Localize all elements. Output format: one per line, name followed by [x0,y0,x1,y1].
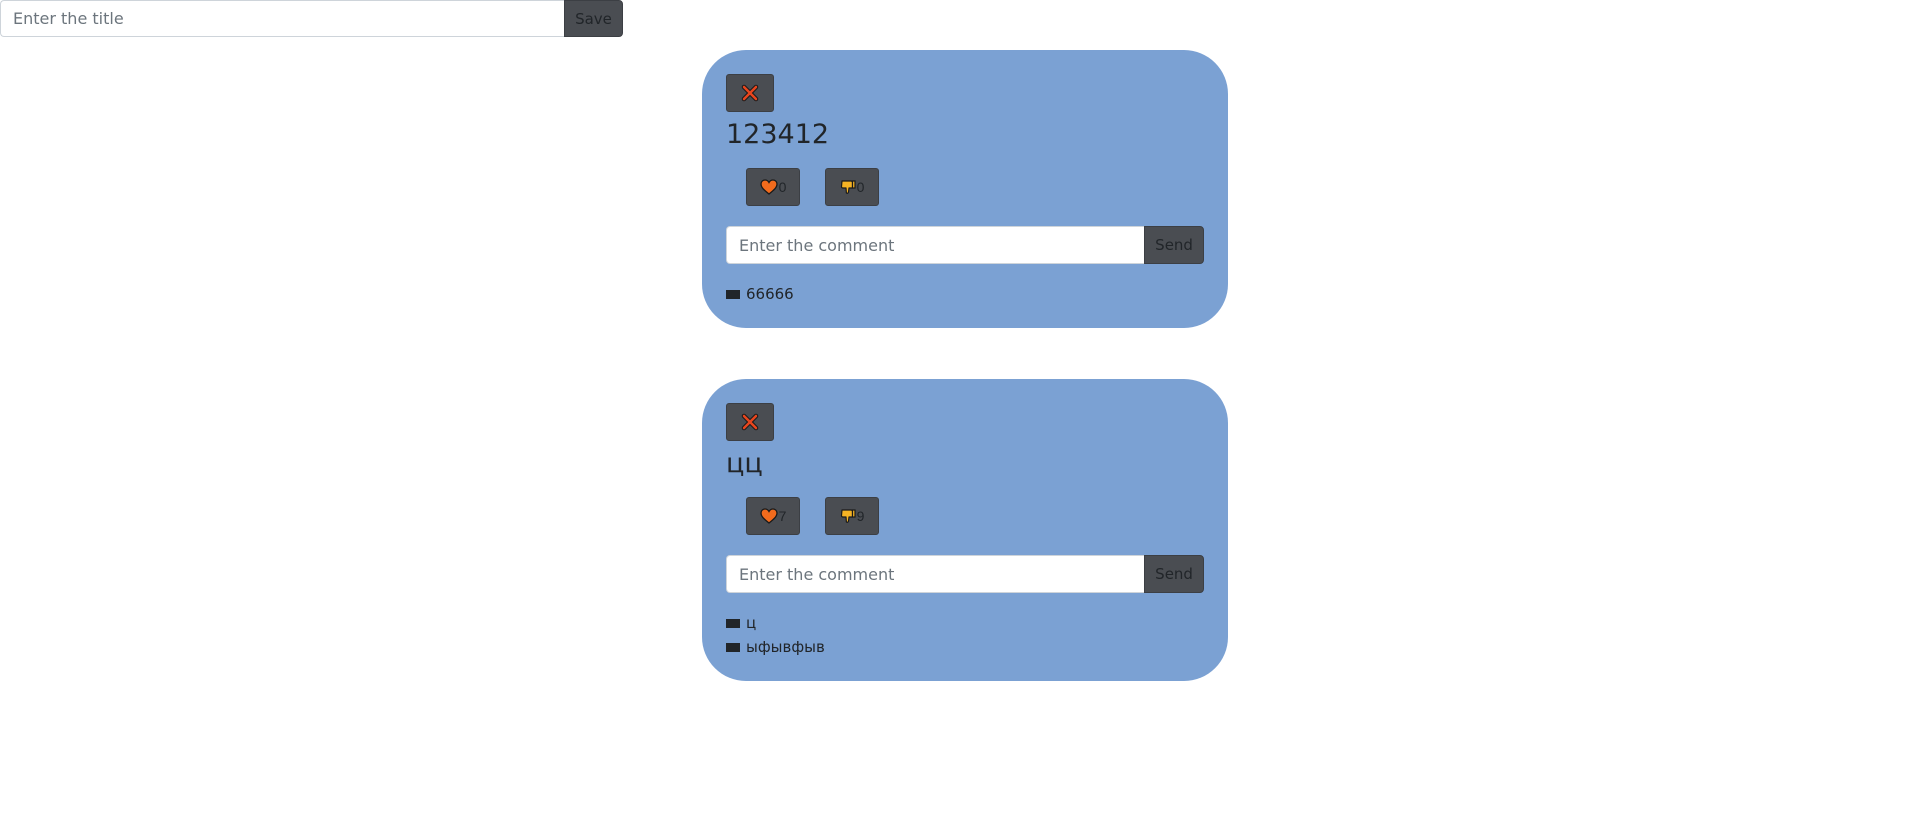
save-button[interactable]: Save [564,0,623,37]
heart-icon [759,179,778,195]
save-button-label: Save [575,9,612,28]
comment-text: 66666 [746,285,794,303]
thumbs-down-icon [840,180,856,194]
comment-input[interactable] [726,555,1145,593]
title-input[interactable] [0,0,564,37]
send-button[interactable]: Send [1144,226,1204,264]
dislike-count: 0 [856,179,865,195]
comment-list: 66666 [726,282,1204,306]
comment-marker-icon [726,642,740,652]
dislike-button[interactable]: 9 [825,497,879,535]
close-icon [741,84,759,102]
title-form: Save [0,0,623,37]
comment-marker-icon [726,618,740,628]
reactions: 7 9 [746,497,1204,535]
post-feed: 123412 0 0 Send 66666 [702,50,1228,732]
comment-list: ц ыфывфыв [726,611,1204,659]
delete-post-button[interactable] [726,74,774,112]
send-button[interactable]: Send [1144,555,1204,593]
post-card: 123412 0 0 Send 66666 [702,50,1228,328]
like-button[interactable]: 7 [746,497,800,535]
comment-item: 66666 [726,282,1204,306]
thumbs-down-icon [840,509,856,523]
post-title: 123412 [726,119,830,150]
post-title: цц [726,448,763,479]
comment-marker-icon [726,289,740,299]
comment-item: ыфывфыв [726,635,1204,659]
comment-form: Send [726,226,1204,264]
like-count: 0 [778,179,787,195]
send-button-label: Send [1155,236,1193,254]
send-button-label: Send [1155,565,1193,583]
reactions: 0 0 [746,168,1204,206]
delete-post-button[interactable] [726,403,774,441]
like-button[interactable]: 0 [746,168,800,206]
comment-text: ц [746,614,757,632]
heart-icon [759,508,778,524]
comment-text: ыфывфыв [746,638,825,656]
like-count: 7 [778,508,787,524]
close-icon [741,413,759,431]
comment-item: ц [726,611,1204,635]
post-card: цц 7 9 Send ц [702,379,1228,681]
comment-input[interactable] [726,226,1145,264]
comment-form: Send [726,555,1204,593]
dislike-button[interactable]: 0 [825,168,879,206]
dislike-count: 9 [856,508,865,524]
